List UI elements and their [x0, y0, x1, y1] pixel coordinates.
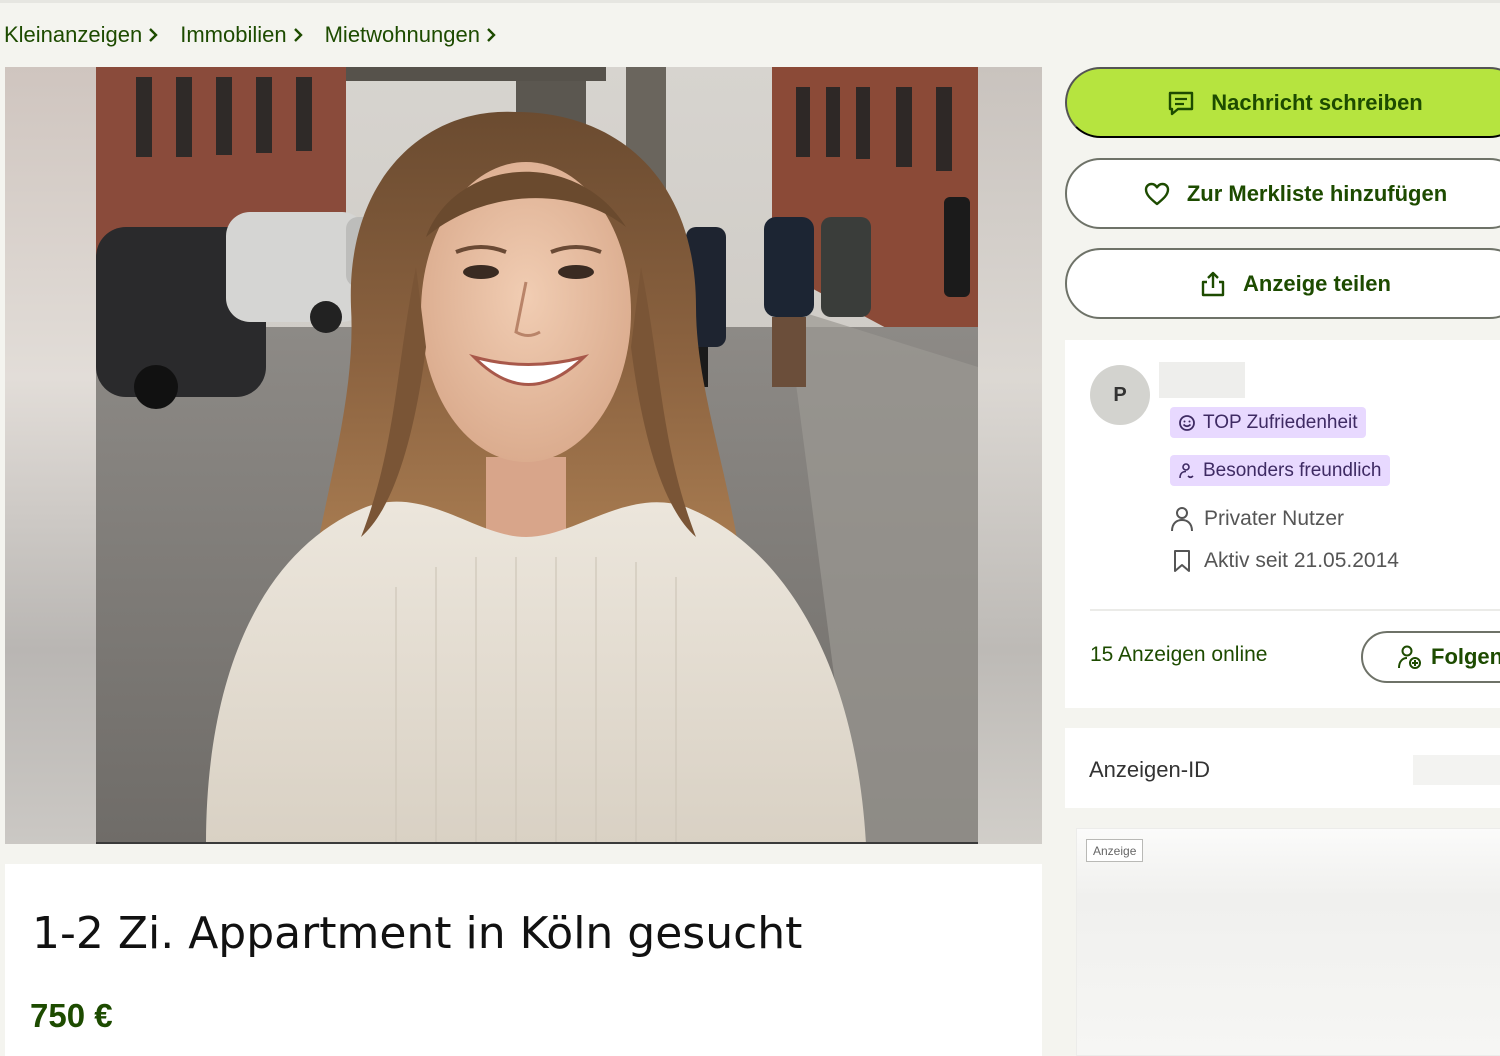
seller-active-since-label: Aktiv seit 21.05.2014	[1204, 549, 1399, 572]
badge-top-satisfaction: TOP Zufriedenheit	[1170, 407, 1366, 438]
share-button-label: Anzeige teilen	[1243, 270, 1391, 296]
seller-type-label: Privater Nutzer	[1204, 507, 1345, 530]
listing-photo[interactable]	[96, 67, 978, 844]
seller-type: Privater Nutzer	[1170, 506, 1344, 532]
breadcrumb-item-kleinanzeigen[interactable]: Kleinanzeigen	[4, 22, 158, 48]
breadcrumb-label: Immobilien	[180, 22, 287, 47]
breadcrumb-label: Mietwohnungen	[324, 22, 480, 47]
watchlist-button-label: Zur Merkliste hinzufügen	[1186, 180, 1448, 206]
share-button[interactable]: Anzeige teilen	[1065, 248, 1500, 319]
image-gallery[interactable]	[5, 67, 1042, 844]
listing-photo-illustration	[96, 67, 978, 842]
smiley-icon	[1178, 414, 1196, 432]
follow-button[interactable]: Folgen	[1361, 631, 1500, 683]
badge-label: TOP Zufriedenheit	[1203, 411, 1358, 433]
listing-price: 750 €	[30, 997, 113, 1034]
message-button-label: Nachricht schreiben	[1211, 89, 1423, 115]
seller-card: P TOP Zufriedenheit Besonders freundlich…	[1065, 340, 1500, 708]
badge-friendly: Besonders freundlich	[1170, 455, 1390, 486]
ad-id-card: Anzeigen-ID	[1065, 728, 1500, 808]
share-upload-icon	[1199, 270, 1227, 298]
breadcrumb-label: Kleinanzeigen	[4, 22, 143, 47]
seller-name-redacted	[1159, 362, 1245, 398]
user-plus-icon	[1397, 644, 1423, 670]
breadcrumb-item-immobilien[interactable]: Immobilien	[180, 22, 303, 48]
heart-icon	[1143, 181, 1171, 207]
seller-active-since: Aktiv seit 21.05.2014	[1170, 548, 1399, 574]
badge-label: Besonders freundlich	[1203, 459, 1382, 481]
follow-button-label: Folgen	[1431, 644, 1500, 669]
advertisement-tag: Anzeige	[1086, 839, 1144, 862]
gallery-blur-right	[978, 67, 1042, 844]
chevron-right-icon	[487, 28, 496, 42]
seller-ads-online-link[interactable]: 15 Anzeigen online	[1090, 643, 1268, 667]
chevron-right-icon	[293, 28, 303, 42]
chevron-right-icon	[149, 28, 158, 42]
breadcrumb: Kleinanzeigen Immobilien Mietwohnungen	[4, 20, 518, 50]
watchlist-button[interactable]: Zur Merkliste hinzufügen	[1065, 158, 1500, 229]
gallery-blur-left	[5, 67, 96, 844]
listing-info-card: 1-2 Zi. Appartment in Köln gesucht 750 €	[5, 864, 1042, 1056]
friendly-user-icon	[1178, 462, 1196, 480]
avatar[interactable]: P	[1090, 365, 1150, 425]
ad-id-label: Anzeigen-ID	[1089, 757, 1211, 782]
chat-bubble-icon	[1167, 90, 1195, 116]
ad-id-value-redacted	[1413, 755, 1500, 785]
top-border	[0, 0, 1500, 3]
user-icon	[1170, 506, 1194, 532]
listing-title: 1-2 Zi. Appartment in Köln gesucht	[32, 908, 803, 959]
divider	[1090, 609, 1500, 611]
advertisement-box[interactable]: Anzeige	[1076, 828, 1500, 1056]
bookmark-icon	[1170, 548, 1194, 574]
breadcrumb-item-mietwohnungen[interactable]: Mietwohnungen	[325, 22, 496, 48]
message-button[interactable]: Nachricht schreiben	[1065, 67, 1500, 138]
